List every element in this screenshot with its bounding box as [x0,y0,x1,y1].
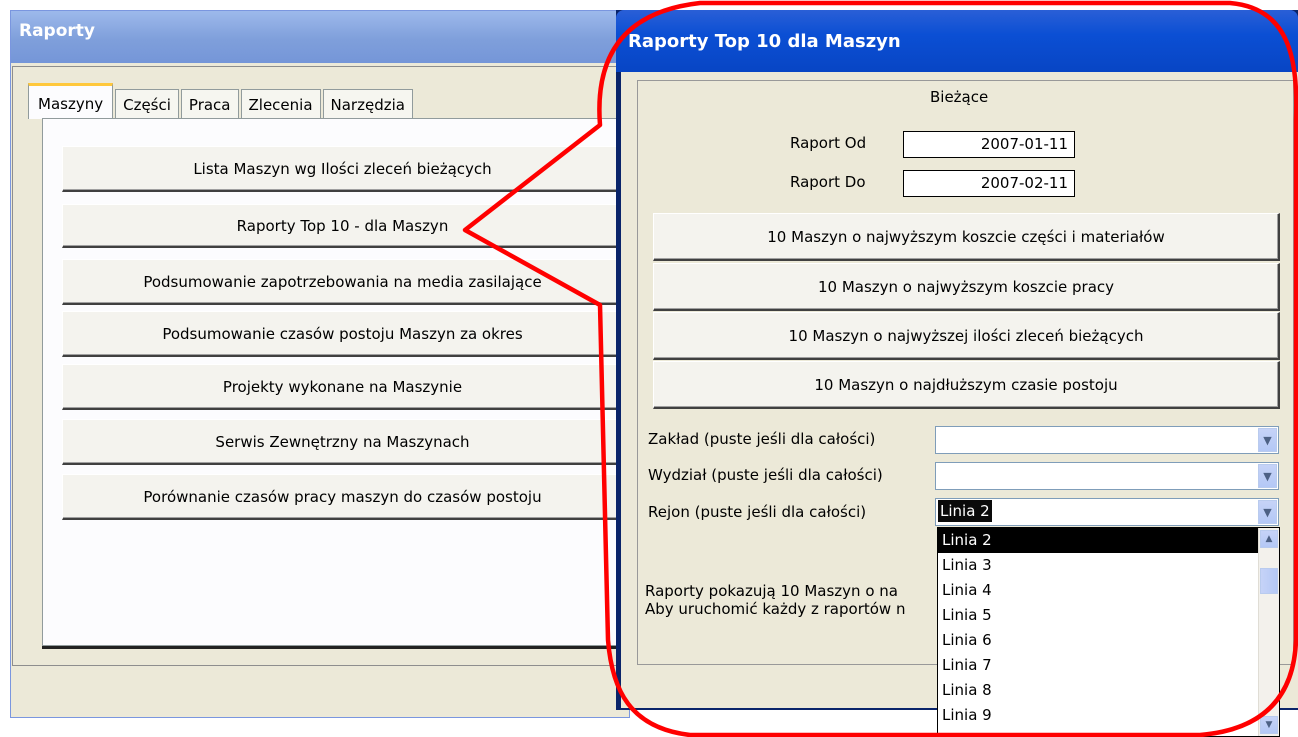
porownanie-label: Porównanie czasów pracy maszyn do czasów… [143,488,542,506]
top10-title: Raporty Top 10 dla Maszyn [628,31,901,52]
dropdown-option[interactable]: Linia 9 [938,703,1279,728]
koszt-pracy-button[interactable]: 10 Maszyn o najwyższym koszcie pracy [653,263,1280,311]
media-zasilajace-button[interactable]: Podsumowanie zapotrzebowania na media za… [62,259,624,305]
dropdown-option[interactable]: Linia 4 [938,578,1279,603]
group-title: Bieżące [930,88,989,106]
zaklad-label: Zakład (puste jeśli dla całości) [648,430,876,448]
raporty-titlebar[interactable]: Raporty [11,11,629,63]
projekty-label: Projekty wykonane na Maszynie [222,378,463,396]
zaklad-combo[interactable]: ▼ [935,426,1279,454]
dropdown-option[interactable]: Linia 8 [938,678,1279,703]
wydzial-label: Wydział (puste jeśli dla całości) [648,466,883,484]
czasy-postoju-button[interactable]: Podsumowanie czasów postoju Maszyn za ok… [62,311,624,357]
chevron-down-icon[interactable]: ▼ [1258,428,1277,452]
wydzial-combo[interactable]: ▼ [935,462,1279,490]
porownanie-button[interactable]: Porównanie czasów pracy maszyn do czasów… [62,474,624,520]
czasy-postoju-label: Podsumowanie czasów postoju Maszyn za ok… [162,325,523,343]
scroll-up-icon[interactable]: ▲ [1260,530,1278,548]
dropdown-scrollbar[interactable]: ▲ ▼ [1258,528,1279,736]
scroll-down-icon[interactable]: ▼ [1260,716,1278,734]
lista-maszyn-button[interactable]: Lista Maszyn wg Ilości zleceń bieżących [62,146,624,192]
koszt-czesci-button[interactable]: 10 Maszyn o najwyższym koszcie części i … [653,213,1280,261]
tab-praca[interactable]: Praca [180,89,239,119]
ilosc-zlecen-label: 10 Maszyn o najwyższej ilości zleceń bie… [788,327,1144,345]
raporty-title: Raporty [19,21,96,41]
chevron-down-icon[interactable]: ▼ [1258,500,1277,524]
czas-postoju-label: 10 Maszyn o najdłuższym czasie postoju [814,376,1118,394]
rejon-label: Rejon (puste jeśli dla całości) [648,503,867,521]
raport-do-field[interactable]: 2007-02-11 [903,170,1075,197]
top10-titlebar[interactable]: Raporty Top 10 dla Maszyn [616,10,1298,72]
lista-maszyn-label: Lista Maszyn wg Ilości zleceń bieżących [193,160,492,178]
scroll-thumb[interactable] [1260,568,1278,594]
raporty-top10-button[interactable]: Raporty Top 10 - dla Maszyn [62,204,624,248]
raport-od-label: Raport Od [790,134,867,152]
rejon-dropdown-list[interactable]: Linia 2 Linia 3 Linia 4 Linia 5 Linia 6 … [937,527,1280,737]
rejon-combo[interactable]: Linia 2 ▼ [935,498,1279,526]
czas-postoju-button[interactable]: 10 Maszyn o najdłuższym czasie postoju [653,361,1280,409]
raporty-top10-label: Raporty Top 10 - dla Maszyn [236,217,449,235]
tab-body-edge [42,646,617,649]
koszt-pracy-label: 10 Maszyn o najwyższym koszcie pracy [817,278,1115,296]
tab-zlecenia[interactable]: Zlecenia [240,89,321,119]
dropdown-option[interactable]: Linia 3 [938,553,1279,578]
raport-do-label: Raport Do [790,173,866,191]
tab-maszyny[interactable]: Maszyny [28,83,114,119]
raport-od-field[interactable]: 2007-01-11 [903,131,1075,158]
tab-czesci[interactable]: Części [115,89,179,119]
chevron-down-icon[interactable]: ▼ [1258,464,1277,488]
serwis-zewnetrzny-button[interactable]: Serwis Zewnętrzny na Maszynach [62,419,624,465]
dropdown-option[interactable]: Linia 2 [938,528,1279,553]
ilosc-zlecen-button[interactable]: 10 Maszyn o najwyższej ilości zleceń bie… [653,312,1280,360]
dropdown-option[interactable]: Linia 7 [938,653,1279,678]
dropdown-option[interactable]: Linia 5 [938,603,1279,628]
serwis-zewnetrzny-label: Serwis Zewnętrzny na Maszynach [215,433,470,451]
projekty-button[interactable]: Projekty wykonane na Maszynie [62,364,624,410]
tab-narzedzia[interactable]: Narzędzia [322,89,413,119]
info-line-2: Aby uruchomić każdy z raportów n [645,600,906,618]
koszt-czesci-label: 10 Maszyn o najwyższym koszcie części i … [767,228,1165,246]
rejon-value: Linia 2 [938,500,992,522]
media-zasilajace-label: Podsumowanie zapotrzebowania na media za… [143,273,542,291]
info-line-1: Raporty pokazują 10 Maszyn o na [645,582,898,600]
dropdown-option[interactable]: Linia 6 [938,628,1279,653]
report-tabs: Maszyny Części Praca Zlecenia Narzędzia [28,83,415,119]
